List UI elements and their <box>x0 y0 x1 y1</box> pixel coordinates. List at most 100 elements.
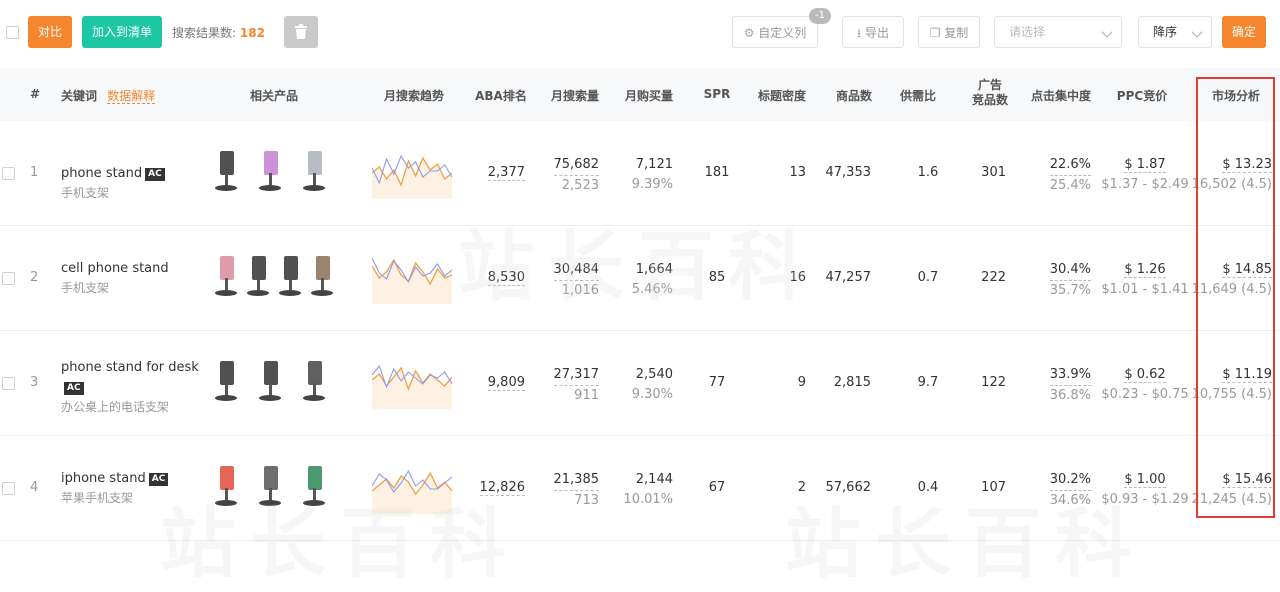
keyword-text[interactable]: phone stand for desk <box>61 360 199 375</box>
gear-icon: ⚙ <box>743 26 755 40</box>
product-thumbnail[interactable] <box>252 462 288 508</box>
click-concentration-top3: 30.4% <box>1049 260 1091 281</box>
monthly-buy: 2,144 10.01% <box>623 470 673 510</box>
custom-columns-button[interactable]: ⚙ 自定义列 <box>732 16 818 48</box>
related-products[interactable] <box>208 252 340 302</box>
table-row[interactable]: 4 iphone stand AC 苹果手机支架 12,826 21,385 71… <box>0 436 1280 541</box>
supply-demand-value: 1.6 <box>917 165 939 180</box>
product-count-value: 47,353 <box>825 165 872 180</box>
compare-button[interactable]: 对比 <box>28 16 72 48</box>
product-thumbnail[interactable] <box>252 357 288 403</box>
product-thumbnail[interactable] <box>208 462 244 508</box>
keyword-text[interactable]: cell phone stand <box>61 261 169 276</box>
monthly-search: 30,484 1,016 <box>553 260 599 301</box>
monthly-search-daily: 2,523 <box>561 178 599 193</box>
product-thumbnail[interactable] <box>296 462 332 508</box>
monthly-search: 75,682 2,523 <box>553 155 599 196</box>
related-products[interactable] <box>208 462 340 512</box>
title-density-value: 2 <box>797 480 806 495</box>
click-concentration-sub: 34.6% <box>1049 493 1091 508</box>
col-products: 相关产品 <box>249 89 298 103</box>
product-thumbnail[interactable] <box>304 252 340 298</box>
add-to-list-button[interactable]: 加入到清单 <box>82 16 162 48</box>
col-title-density: 标题密度 <box>757 89 806 103</box>
monthly-search-value: 27,317 <box>553 365 599 386</box>
market-analysis-highlight <box>1196 77 1275 518</box>
copy-button[interactable]: ❐ 复制 <box>918 16 980 48</box>
keyword-line: phone stand AC <box>61 164 201 184</box>
col-ad-products-line1: 广告 <box>977 78 1002 92</box>
keyword-translation: 苹果手机支架 <box>61 491 134 505</box>
row-checkbox[interactable] <box>2 167 15 180</box>
monthly-search-daily: 713 <box>574 493 599 508</box>
keyword-text[interactable]: iphone stand <box>61 471 146 486</box>
ad-products-value: 107 <box>981 480 1006 495</box>
monthly-buy-value: 1,664 <box>635 262 673 277</box>
product-thumbnail[interactable] <box>208 147 244 193</box>
supply-demand-value: 0.4 <box>917 480 939 495</box>
search-trend-sparkline <box>372 252 452 304</box>
monthly-buy-rate: 5.46% <box>631 282 673 297</box>
col-spr: SPR <box>703 87 731 101</box>
product-thumbnail[interactable] <box>208 252 244 298</box>
monthly-search-value: 75,682 <box>553 155 599 176</box>
keyword-cell: iphone stand AC 苹果手机支架 <box>61 469 201 507</box>
result-count-value: 182 <box>239 26 265 40</box>
monthly-search-daily: 911 <box>574 388 599 403</box>
ppc-bid-range: $0.23 - $0.75 <box>1101 387 1189 402</box>
click-concentration-sub: 36.8% <box>1049 388 1091 403</box>
product-thumbnail[interactable] <box>208 357 244 403</box>
ac-badge: AC <box>145 168 165 181</box>
title-density-value: 13 <box>789 165 806 180</box>
row-checkbox[interactable] <box>2 377 15 390</box>
ppc-bid: $ 1.87 $1.37 - $2.49 <box>1096 155 1194 195</box>
keyword-line: phone stand for desk AC <box>61 358 201 398</box>
sort-order-select[interactable]: 降序 <box>1138 16 1212 48</box>
product-thumbnail[interactable] <box>252 147 288 193</box>
confirm-button[interactable]: 确定 <box>1222 16 1266 48</box>
aba-rank: 8,530 <box>487 270 525 286</box>
select-all-checkbox[interactable] <box>6 26 19 39</box>
row-checkbox[interactable] <box>2 482 15 495</box>
related-products[interactable] <box>208 147 340 197</box>
related-products[interactable] <box>208 357 340 407</box>
monthly-buy-rate: 10.01% <box>623 492 673 507</box>
spr-value: 85 <box>708 270 726 285</box>
ppc-bid-range: $1.01 - $1.41 <box>1101 282 1189 297</box>
row-checkbox[interactable] <box>2 272 15 285</box>
table-row[interactable]: 2 cell phone stand 手机支架 8,530 30,484 1,0… <box>0 226 1280 331</box>
spr-value: 67 <box>708 480 726 495</box>
delete-button[interactable] <box>284 16 318 48</box>
product-count-value: 57,662 <box>825 480 872 495</box>
product-thumbnail[interactable] <box>296 147 332 193</box>
click-concentration: 30.4% 35.7% <box>1049 260 1091 301</box>
click-concentration-top3: 33.9% <box>1049 365 1091 386</box>
search-trend-sparkline <box>372 462 452 514</box>
monthly-buy-value: 7,121 <box>635 157 673 172</box>
ppc-bid-range: $1.37 - $2.49 <box>1101 177 1189 192</box>
keyword-line: cell phone stand <box>61 259 201 279</box>
product-thumbnail[interactable] <box>240 252 276 298</box>
export-button[interactable]: ⭳ 导出 <box>842 16 904 48</box>
field-select[interactable]: 请选择 <box>994 16 1122 48</box>
col-keyword: 关键词 数据解释 <box>61 87 156 104</box>
click-concentration-top3: 22.6% <box>1049 155 1091 176</box>
col-ppc: PPC竞价 <box>1116 89 1168 103</box>
col-ad-products-line2: 竞品数 <box>971 93 1008 107</box>
product-thumbnail[interactable] <box>272 252 308 298</box>
ad-products-value: 301 <box>981 165 1006 180</box>
col-supply-demand: 供需比 <box>899 89 936 103</box>
row-index: 1 <box>30 165 39 180</box>
table-row[interactable]: 1 phone stand AC 手机支架 2,377 75,682 2,523 … <box>0 121 1280 226</box>
field-select-placeholder: 请选择 <box>1009 25 1046 39</box>
ppc-bid: $ 1.00 $0.93 - $1.29 <box>1096 470 1194 510</box>
table-row[interactable]: 3 phone stand for desk AC 办公桌上的电话支架 9,809… <box>0 331 1280 436</box>
ad-products-value: 122 <box>981 375 1006 390</box>
export-label: 导出 <box>865 26 890 40</box>
keyword-text[interactable]: phone stand <box>61 166 142 181</box>
data-explanation-link[interactable]: 数据解释 <box>107 89 156 104</box>
product-thumbnail[interactable] <box>296 357 332 403</box>
product-count-value: 47,257 <box>825 270 872 285</box>
download-icon: ⭳ <box>856 26 862 40</box>
copy-label: 复制 <box>944 26 969 40</box>
